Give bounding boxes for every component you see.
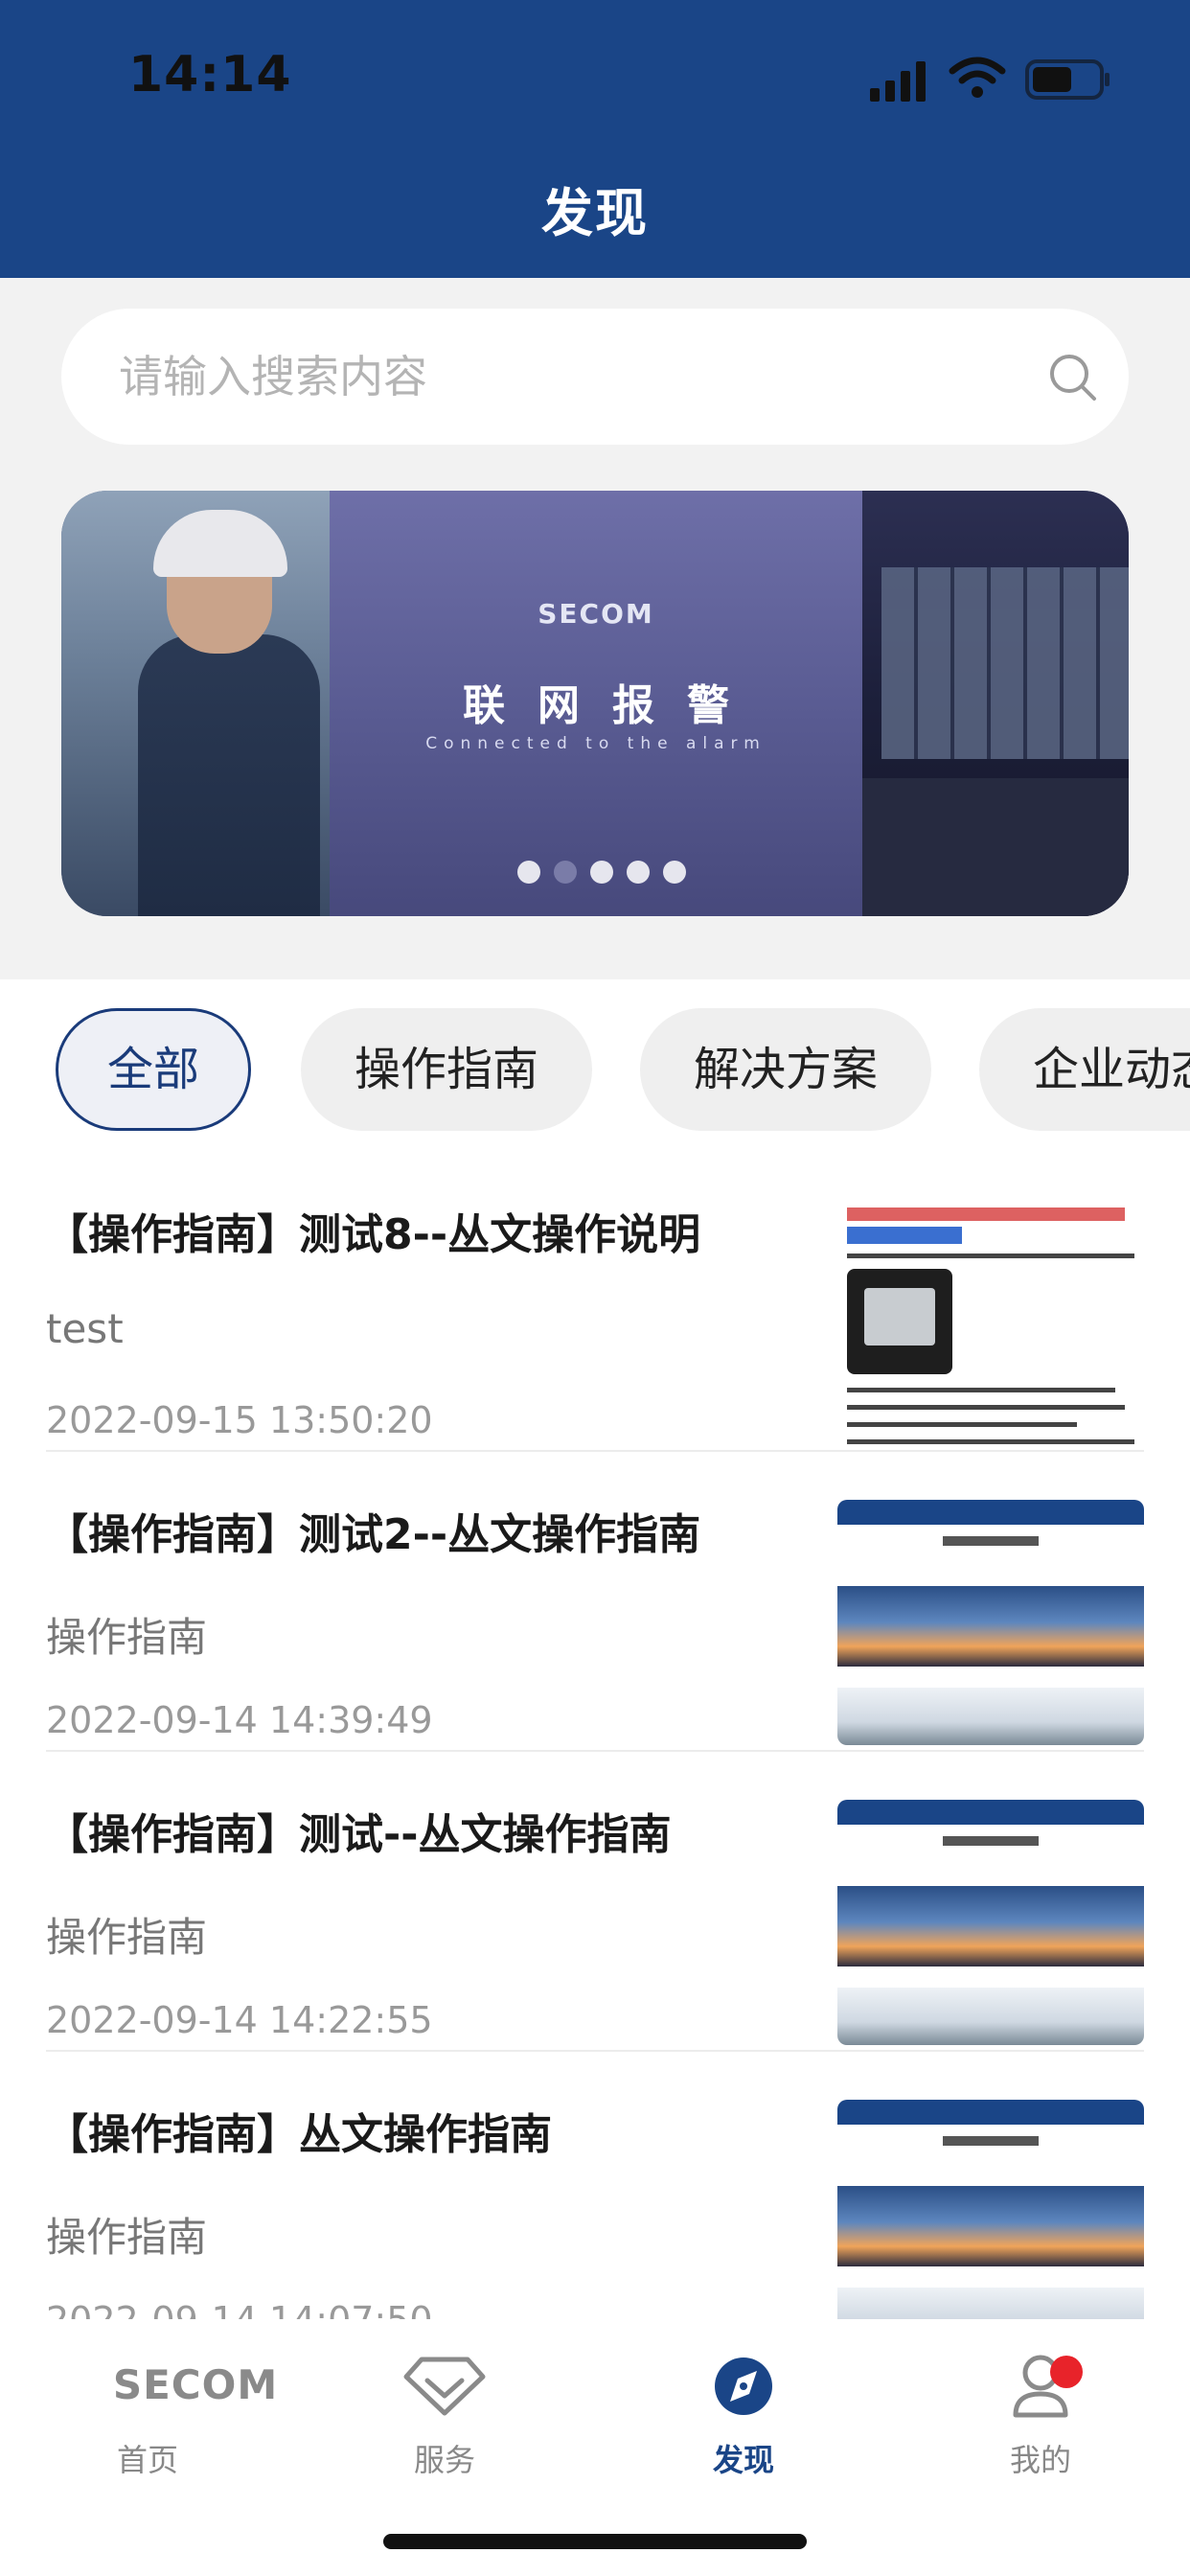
home-indicator[interactable] — [383, 2534, 807, 2549]
carousel-dot[interactable] — [590, 861, 613, 884]
banner-title: 联网报警 — [463, 681, 762, 730]
thumb-office-image — [837, 2288, 1144, 2319]
page-title: 发现 — [541, 183, 649, 243]
tabbar-item-service[interactable]: 服务 — [349, 2352, 540, 2496]
search-icon[interactable] — [1048, 353, 1098, 402]
tabbar-item-home[interactable]: SECOM 首页 — [52, 2352, 277, 2496]
banner-logo: SECOM — [538, 598, 654, 630]
tabbar-item-mine[interactable]: 我的 — [945, 2352, 1136, 2496]
app-header: 14:14 发现 — [0, 0, 1190, 278]
banner-subtitle: Connected to the alarm — [425, 734, 767, 753]
thumb-title-line — [837, 1532, 1144, 1548]
carousel-dot[interactable] — [627, 861, 650, 884]
article-title: 【操作指南】丛文操作指南 — [46, 2110, 552, 2159]
thumb-office-image — [837, 1688, 1144, 1745]
carousel-dot-active[interactable] — [554, 861, 577, 884]
monitor-wall — [881, 567, 1129, 759]
article-title: 【操作指南】测试2--丛文操作指南 — [46, 1510, 701, 1559]
guard-helmet — [153, 510, 287, 577]
status-time: 14:14 — [128, 46, 292, 104]
article-list: 【操作指南】测试8--丛文操作说明 test 2022-09-15 13:50:… — [0, 1152, 1190, 2319]
thumb-sunset-image — [837, 1586, 1144, 1667]
doc-text-line — [847, 1254, 1134, 1258]
thumb-sunset-image — [837, 2186, 1144, 2266]
thumb-header-bar — [837, 1800, 1144, 1825]
guard-figure — [138, 634, 320, 916]
doc-text-line — [847, 1388, 1115, 1392]
article-title: 【操作指南】测试--丛文操作指南 — [46, 1810, 672, 1859]
doc-section-tag — [847, 1227, 962, 1244]
wifi-icon — [949, 57, 1006, 98]
tabbar-label: 我的 — [1009, 2442, 1071, 2478]
doc-text-line — [847, 1439, 1134, 1444]
article-thumbnail — [837, 1800, 1144, 2045]
article-date: 2022-09-14 14:39:49 — [46, 1699, 433, 1741]
thumb-sunset-image — [837, 1886, 1144, 1966]
secom-logo-icon: SECOM — [100, 2352, 277, 2419]
search-bar[interactable] — [61, 309, 1129, 445]
tab-all[interactable]: 全部 — [56, 1008, 251, 1131]
doc-text-line — [847, 1405, 1125, 1410]
banner-text-panel: SECOM 联网报警 Connected to the alarm — [330, 491, 862, 916]
cellular-signal-icon — [870, 61, 926, 102]
compass-icon — [715, 2358, 772, 2415]
article-summary: 操作指南 — [46, 1914, 208, 1961]
control-desk — [862, 778, 1129, 916]
article-date: 2022-09-15 13:50:20 — [46, 1399, 433, 1441]
diamond-icon — [403, 2357, 486, 2416]
thumb-title-line — [837, 1832, 1144, 1848]
thumb-office-image — [837, 1988, 1144, 2045]
promo-banner-carousel[interactable]: SECOM 联网报警 Connected to the alarm — [61, 491, 1129, 916]
tab-company-news[interactable]: 企业动态 — [979, 1008, 1190, 1131]
tab-solutions[interactable]: 解决方案 — [640, 1008, 931, 1131]
security-guard-image — [61, 491, 330, 916]
article-summary: test — [46, 1305, 124, 1352]
article-summary: 操作指南 — [46, 1614, 208, 1661]
bottom-tab-bar: SECOM 首页 服务 发现 我的 — [0, 2319, 1190, 2576]
carousel-dot[interactable] — [663, 861, 686, 884]
battery-icon — [1025, 59, 1110, 100]
article-thumbnail — [837, 1500, 1144, 1745]
article-item[interactable]: 【操作指南】测试8--丛文操作说明 test 2022-09-15 13:50:… — [46, 1152, 1144, 1452]
status-bar: 14:14 — [0, 0, 1190, 153]
tabbar-item-discover[interactable]: 发现 — [648, 2352, 839, 2496]
thumb-header-bar — [837, 2100, 1144, 2125]
carousel-dots — [517, 861, 690, 886]
tabbar-label: 服务 — [413, 2442, 475, 2478]
secom-logo-text: SECOM — [112, 2361, 279, 2408]
article-title: 【操作指南】测试8--丛文操作说明 — [46, 1210, 701, 1259]
article-item[interactable]: 【操作指南】测试--丛文操作指南 操作指南 2022-09-14 14:22:5… — [46, 1752, 1144, 2052]
tabbar-label: 发现 — [712, 2442, 774, 2478]
tab-operation-guide[interactable]: 操作指南 — [301, 1008, 592, 1131]
carousel-dot[interactable] — [517, 861, 540, 884]
doc-text-line — [847, 1422, 1077, 1427]
notification-badge — [1050, 2356, 1083, 2388]
article-summary: 操作指南 — [46, 2214, 208, 2261]
article-item[interactable]: 【操作指南】测试2--丛文操作指南 操作指南 2022-09-14 14:39:… — [46, 1452, 1144, 1752]
article-item[interactable]: 【操作指南】丛文操作指南 操作指南 2022-09-14 14:07:50 — [46, 2052, 1144, 2319]
search-input[interactable] — [119, 347, 981, 406]
tabbar-label: 首页 — [116, 2442, 178, 2478]
thumb-header-bar — [837, 1500, 1144, 1525]
article-thumbnail — [837, 1200, 1144, 1445]
doc-device-image — [847, 1269, 952, 1374]
article-date: 2022-09-14 14:22:55 — [46, 1999, 433, 2041]
article-date: 2022-09-14 14:07:50 — [46, 2299, 433, 2319]
article-thumbnail — [837, 2100, 1144, 2319]
category-tabs: 全部 操作指南 解决方案 企业动态 — [0, 979, 1190, 1152]
thumb-title-line — [837, 2132, 1144, 2148]
doc-header-strip — [847, 1208, 1125, 1221]
control-room-image — [862, 491, 1129, 916]
